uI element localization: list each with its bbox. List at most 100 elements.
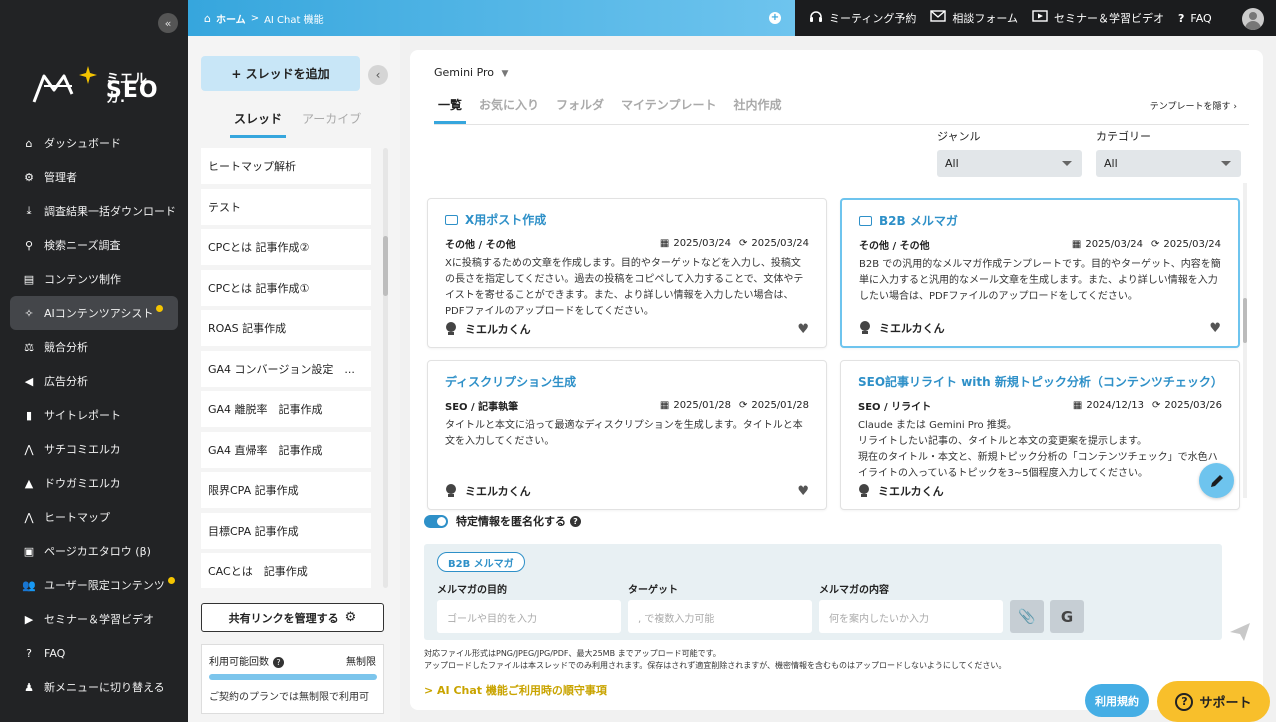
user-avatar[interactable]	[1242, 8, 1264, 30]
card-created: 2025/03/24	[1085, 239, 1143, 250]
hide-template-link[interactable]: テンプレートを隠す ›	[1150, 99, 1237, 112]
thread-item[interactable]: 限界CPA 記事作成	[201, 472, 371, 508]
sidebar-item-seminar-video[interactable]: ▶ セミナー＆学習ビデオ	[10, 602, 178, 636]
selected-template-chip[interactable]: B2B メルマガ	[437, 552, 525, 572]
card-scrollbar-thumb[interactable]	[1243, 298, 1247, 343]
sidebar-item-admin[interactable]: ⚙ 管理者	[10, 160, 178, 194]
sidebar-item-site-report[interactable]: ▮ サイトレポート	[10, 398, 178, 432]
card-footer: ミエルカくん ♥	[445, 483, 809, 499]
thread-item[interactable]: テスト	[201, 188, 371, 225]
tab-folders[interactable]: フォルダ	[552, 96, 608, 124]
tab-all[interactable]: 一覧	[434, 96, 467, 124]
thread-item[interactable]: GA4 直帰率 記事作成	[201, 431, 371, 468]
upload-notice-line: アップロードしたファイルは本スレッドでのみ利用されます。保存はされず適宜削除され…	[424, 661, 1007, 670]
sidebar-item-dashboard[interactable]: ⌂ ダッシュボード	[10, 126, 178, 160]
search-icon: ⚲	[24, 238, 34, 252]
google-drive-button[interactable]: G	[1050, 600, 1084, 633]
add-thread-button[interactable]: + スレッドを追加	[201, 56, 360, 91]
thread-item[interactable]: CPCとは 記事作成①	[201, 269, 371, 306]
question-icon: ?	[1178, 11, 1185, 25]
consult-form-link[interactable]: 相談フォーム	[930, 10, 1018, 26]
tab-my-templates[interactable]: マイテンプレート	[617, 96, 720, 124]
faq-link[interactable]: ? FAQ	[1178, 12, 1212, 25]
thread-item[interactable]: GA4 離脱率 記事作成	[201, 391, 371, 427]
tab-threads[interactable]: スレッド	[230, 106, 287, 138]
content-input[interactable]: 何を案内したいか入力	[819, 600, 1003, 633]
sidebar-item-label: サイトレポート	[44, 409, 121, 422]
model-select-value: Gemini Pro	[434, 66, 495, 79]
sidebar-item-sachiko-mieruca[interactable]: ⋀ サチコミエルカ	[10, 432, 178, 466]
usage-label: 利用可能回数	[209, 657, 269, 668]
tab-company[interactable]: 社内作成	[729, 96, 785, 124]
card-meta: SEO / 記事執筆 ▦ 2025/01/28 ⟳ 2025/01/28	[445, 398, 809, 413]
manage-share-link-button[interactable]: 共有リンクを管理する ⚙	[201, 603, 384, 632]
sidebar-item-faq[interactable]: ? FAQ	[10, 636, 178, 670]
seminar-video-link[interactable]: セミナー＆学習ビデオ	[1032, 10, 1164, 26]
bar-chart-icon: ▮	[25, 408, 33, 422]
thread-collapse-button[interactable]: ‹	[368, 65, 388, 85]
thread-item[interactable]: GA4 コンバージョン設定 ...	[201, 350, 371, 387]
template-card[interactable]: SEO記事リライト with 新規トピック分析（コンテンツチェック） SEO /…	[840, 360, 1240, 510]
calendar-icon: ▦	[1072, 400, 1083, 411]
card-category: その他 / その他	[445, 240, 516, 251]
sidebar-item-ad-analysis[interactable]: ◀ 広告分析	[10, 364, 178, 398]
thread-item[interactable]: CACとは 記事作成	[201, 553, 371, 588]
help-icon[interactable]: ?	[570, 515, 581, 527]
send-icon[interactable]	[1228, 620, 1252, 644]
template-card[interactable]: X用ポスト作成 その他 / その他 ▦ 2025/03/24 ⟳ 2025/03/24…	[427, 198, 827, 348]
mieruca-logo[interactable]: ミエルカ. SEO	[32, 64, 162, 106]
heart-icon[interactable]: ♥	[797, 322, 809, 337]
genre-select[interactable]: All	[937, 150, 1082, 177]
heart-icon[interactable]: ♥	[797, 484, 809, 499]
compliance-link[interactable]: > AI Chat 機能ご利用時の順守事項	[424, 682, 607, 698]
card-title-text: X用ポスト作成	[465, 213, 547, 227]
tab-archive[interactable]: アーカイブ	[298, 106, 365, 138]
hide-template-label: テンプレートを隠す	[1149, 102, 1231, 112]
sidebar-item-page-kaetarou[interactable]: ▣ ページカエタロウ (β)	[10, 534, 178, 568]
sidebar-item-switch-menu[interactable]: ♟ 新メニューに切り替える	[10, 670, 178, 704]
sidebar-item-competitor-analysis[interactable]: ⚖ 競合分析	[10, 330, 178, 364]
thread-item[interactable]: ROAS 記事作成	[201, 310, 371, 346]
sidebar-item-search-needs[interactable]: ⚲ 検索ニーズ調査	[10, 228, 178, 262]
thread-item[interactable]: 目標CPA 記事作成	[201, 512, 371, 549]
anonymize-row: 特定情報を匿名化する ?	[424, 513, 581, 529]
model-select[interactable]: Gemini Pro ▼	[434, 66, 508, 79]
card-category: SEO / リライト	[858, 402, 932, 413]
category-select[interactable]: All	[1096, 150, 1241, 177]
heart-icon[interactable]: ♥	[1209, 321, 1221, 336]
sachiko-icon: ⋀	[24, 442, 34, 456]
edit-pencil-button[interactable]	[1199, 463, 1234, 498]
attach-file-button[interactable]: 📎	[1010, 600, 1044, 633]
top-links: ミーティング予約 相談フォーム セミナー＆学習ビデオ ? FAQ	[795, 0, 1276, 36]
question-icon: ?	[26, 646, 32, 660]
bulb-icon	[446, 484, 456, 497]
card-scrollbar[interactable]	[1243, 183, 1247, 498]
help-icon[interactable]: ?	[273, 657, 284, 668]
card-author-name: ミエルカくん	[465, 323, 531, 336]
template-input-area: B2B メルマガ メルマガの目的 ゴールや目的を入力 ターゲット , で複数入力…	[424, 544, 1222, 640]
terms-button[interactable]: 利用規約	[1085, 684, 1149, 717]
thread-item[interactable]: CPCとは 記事作成②	[201, 229, 371, 265]
anonymize-toggle[interactable]	[424, 514, 448, 528]
tab-favorites[interactable]: お気に入り	[475, 96, 543, 124]
add-circle-icon[interactable]: +	[769, 12, 781, 24]
purpose-input[interactable]: ゴールや目的を入力	[437, 600, 621, 633]
template-card-selected[interactable]: B2B メルマガ その他 / その他 ▦ 2025/03/24 ⟳ 2025/03/2…	[840, 198, 1240, 348]
sidebar-collapse-button[interactable]: «	[158, 13, 178, 33]
card-author: ミエルカくん	[445, 483, 531, 499]
sidebar-item-user-content[interactable]: 👥 ユーザー限定コンテンツ	[10, 568, 178, 602]
template-card[interactable]: ディスクリプション生成 SEO / 記事執筆 ▦ 2025/01/28 ⟳ 2025/…	[427, 360, 827, 510]
sidebar-item-douga-mieruca[interactable]: ▲ ドウガミエルカ	[10, 466, 178, 500]
sidebar-item-content-creation[interactable]: ▤ コンテンツ制作	[10, 262, 178, 296]
sidebar-item-ai-content-assist[interactable]: ✧ AIコンテンツアシスト	[10, 296, 178, 330]
new-badge-dot	[156, 304, 164, 312]
support-button[interactable]: ? サポート	[1157, 681, 1270, 722]
sidebar-item-bulk-download[interactable]: ⤓ 調査結果一括ダウンロード	[10, 194, 178, 228]
thread-scrollbar-thumb[interactable]	[383, 236, 388, 296]
thread-item[interactable]: ヒートマップ解析	[201, 148, 371, 184]
sidebar-item-heatmap[interactable]: ⋀ ヒートマップ	[10, 500, 178, 534]
target-input[interactable]: , で複数入力可能	[628, 600, 812, 633]
thread-scrollbar[interactable]	[383, 148, 388, 588]
breadcrumb-home[interactable]: ホーム	[216, 11, 246, 26]
meeting-link[interactable]: ミーティング予約	[809, 9, 916, 27]
